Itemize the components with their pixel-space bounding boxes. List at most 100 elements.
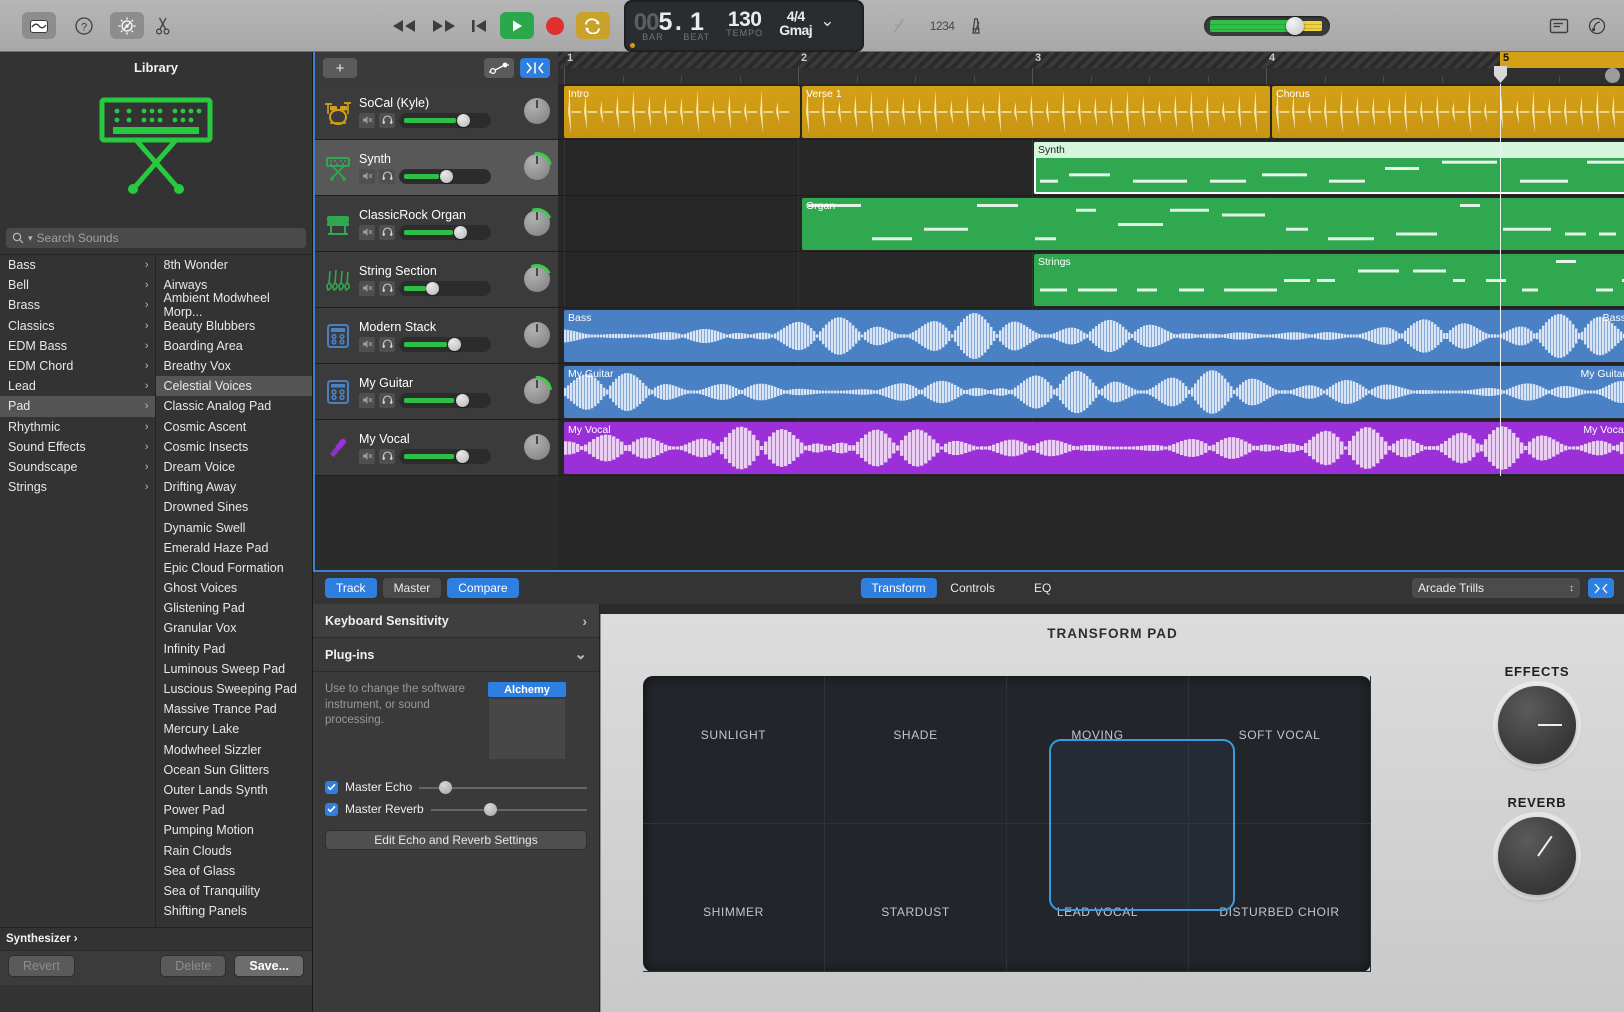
keyboard-sensitivity-row[interactable]: Keyboard Sensitivity › [313, 604, 599, 638]
delete-button[interactable]: Delete [160, 955, 226, 977]
track-volume-slider[interactable] [399, 169, 491, 184]
plugin-slot-alchemy[interactable]: Alchemy [488, 682, 566, 697]
effects-knob[interactable] [1498, 686, 1576, 764]
master-reverb-knob[interactable] [484, 803, 497, 816]
track-volume-slider[interactable] [399, 393, 491, 408]
library-patch-pumping-motion[interactable]: Pumping Motion [156, 820, 313, 840]
library-toggle-button[interactable] [22, 12, 56, 39]
master-volume-knob[interactable] [1286, 17, 1304, 35]
library-patch-emerald-haze-pad[interactable]: Emerald Haze Pad [156, 538, 313, 558]
library-category-bass[interactable]: Bass› [0, 255, 155, 275]
library-patch-epic-cloud-formation[interactable]: Epic Cloud Formation [156, 558, 313, 578]
library-patch-classic-analog-pad[interactable]: Classic Analog Pad [156, 396, 313, 416]
plugin-slot-empty[interactable] [488, 698, 566, 760]
mute-button[interactable] [359, 169, 375, 184]
library-patch-luminous-sweep-pad[interactable]: Luminous Sweep Pad [156, 659, 313, 679]
library-category-edm-chord[interactable]: EDM Chord› [0, 356, 155, 376]
library-patch-rain-clouds[interactable]: Rain Clouds [156, 840, 313, 860]
track-volume-knob[interactable] [426, 282, 439, 295]
track-pan-knob[interactable] [524, 322, 550, 348]
track-pan-knob[interactable] [524, 378, 550, 404]
region-bass[interactable]: BassBass [564, 310, 1624, 362]
library-patch-cosmic-ascent[interactable]: Cosmic Ascent [156, 417, 313, 437]
library-patch-ocean-sun-glitters[interactable]: Ocean Sun Glitters [156, 760, 313, 780]
library-patch-massive-trance-pad[interactable]: Massive Trance Pad [156, 699, 313, 719]
lcd-chevron-down-icon[interactable]: ⌄ [820, 17, 834, 25]
library-patch-celestial-voices[interactable]: Celestial Voices [156, 376, 313, 396]
library-patch-cosmic-insects[interactable]: Cosmic Insects [156, 437, 313, 457]
mute-button[interactable] [359, 449, 375, 464]
transform-pad-cell-sunlight[interactable]: SUNLIGHT [643, 676, 825, 824]
track-header-my-vocal[interactable]: My Vocal [315, 420, 558, 476]
smart-controls-button[interactable] [110, 12, 144, 39]
library-patch-granular-vox[interactable]: Granular Vox [156, 618, 313, 638]
library-category-brass[interactable]: Brass› [0, 295, 155, 315]
compare-button[interactable]: Compare [447, 578, 518, 598]
transform-pad-cell-moving[interactable]: MOVING [1007, 676, 1189, 824]
transform-pad-cell-shimmer[interactable]: SHIMMER [643, 824, 825, 972]
edit-echo-reverb-button[interactable]: Edit Echo and Reverb Settings [325, 830, 587, 850]
library-patch-boarding-area[interactable]: Boarding Area [156, 336, 313, 356]
library-patch-infinity-pad[interactable]: Infinity Pad [156, 639, 313, 659]
metronome-icon[interactable] [966, 16, 986, 36]
transform-pad-cell-shade[interactable]: SHADE [825, 676, 1007, 824]
track-volume-knob[interactable] [448, 338, 461, 351]
transform-pad-cell-soft-vocal[interactable]: SOFT VOCAL [1189, 676, 1371, 824]
master-reverb-slider[interactable] [431, 803, 587, 816]
track-volume-slider[interactable] [399, 281, 491, 296]
library-category-rhythmic[interactable]: Rhythmic› [0, 417, 155, 437]
library-patch-power-pad[interactable]: Power Pad [156, 800, 313, 820]
region-verse-1[interactable]: Verse 1 [802, 86, 1270, 138]
loop-browser-icon[interactable] [1586, 16, 1608, 36]
track-header-socal-kyle[interactable]: SoCal (Kyle) [315, 84, 558, 140]
track-header-modern-stack[interactable]: Modern Stack [315, 308, 558, 364]
library-patch-dream-voice[interactable]: Dream Voice [156, 457, 313, 477]
track-volume-knob[interactable] [456, 394, 469, 407]
fast-forward-button[interactable] [430, 18, 458, 34]
transform-pad-cell-disturbed-choir[interactable]: DISTURBED CHOIR [1189, 824, 1371, 972]
library-patch-dynamic-swell[interactable]: Dynamic Swell [156, 517, 313, 537]
tuner-icon[interactable] [890, 16, 908, 36]
library-patch-glistening-pad[interactable]: Glistening Pad [156, 598, 313, 618]
transform-pad-cell-lead-vocal[interactable]: LEAD VOCAL [1007, 824, 1189, 972]
track-header-string-section[interactable]: String Section [315, 252, 558, 308]
track-volume-slider[interactable] [399, 449, 491, 464]
library-patch-luscious-sweeping-pad[interactable]: Luscious Sweeping Pad [156, 679, 313, 699]
solo-headphone-button[interactable] [379, 337, 395, 352]
mute-button[interactable] [359, 337, 375, 352]
tab-track[interactable]: Track [325, 578, 377, 598]
mute-button[interactable] [359, 225, 375, 240]
timeline-ruler[interactable]: 12345678 [558, 52, 1624, 84]
track-volume-slider[interactable] [399, 225, 491, 240]
region-my-guitar[interactable]: My GuitarMy Guitar [564, 366, 1624, 418]
mute-button[interactable] [359, 113, 375, 128]
cycle-region-active[interactable] [1500, 52, 1624, 68]
track-lane[interactable]: Synth [558, 140, 1624, 196]
scissors-icon[interactable] [154, 16, 172, 36]
transform-pad-grid[interactable]: SUNLIGHTSHADEMOVINGSOFT VOCALSHIMMERSTAR… [643, 676, 1371, 972]
smart-controls-icon[interactable] [1588, 578, 1614, 598]
library-patch-sea-of-tranquility[interactable]: Sea of Tranquility [156, 881, 313, 901]
mute-button[interactable] [359, 281, 375, 296]
cycle-region-strip[interactable] [558, 52, 1624, 68]
library-category-edm-bass[interactable]: EDM Bass› [0, 336, 155, 356]
library-patch-mercury-lake[interactable]: Mercury Lake [156, 719, 313, 739]
track-lane[interactable]: IntroVerse 1Chorus [558, 84, 1624, 140]
solo-headphone-button[interactable] [379, 169, 395, 184]
region-synth[interactable]: Synth [1034, 142, 1624, 194]
save-button[interactable]: Save... [234, 955, 304, 977]
automation-icon[interactable] [484, 58, 514, 78]
region-strings[interactable]: Strings [1034, 254, 1624, 306]
region-my-vocal[interactable]: My VocalMy Vocal [564, 422, 1624, 474]
track-header-my-guitar[interactable]: My Guitar [315, 364, 558, 420]
library-category-strings[interactable]: Strings› [0, 477, 155, 497]
breadcrumb[interactable]: Synthesizer › [0, 928, 312, 950]
master-echo-checkbox[interactable] [325, 781, 338, 794]
track-volume-slider[interactable] [399, 113, 491, 128]
library-category-soundscape[interactable]: Soundscape› [0, 457, 155, 477]
track-pan-knob[interactable] [524, 98, 550, 124]
revert-button[interactable]: Revert [8, 955, 75, 977]
track-pan-knob[interactable] [524, 266, 550, 292]
chevron-down-icon[interactable]: ⌄ [574, 650, 587, 660]
library-category-bell[interactable]: Bell› [0, 275, 155, 295]
